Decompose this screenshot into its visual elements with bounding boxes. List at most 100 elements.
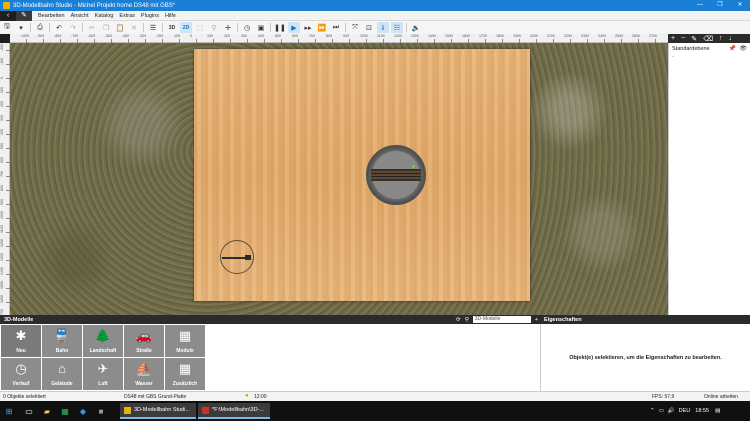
tracks-icon[interactable]: ☷	[391, 22, 403, 33]
volume-icon[interactable]: 🔊	[668, 408, 675, 414]
faster-forward-icon[interactable]: ⏩	[316, 22, 328, 33]
category-label: Module	[176, 348, 194, 354]
ruler-label: 1100	[0, 225, 4, 233]
fast-forward-icon[interactable]: ▸▸	[302, 22, 314, 33]
toolbar: 🖫 ▾ ⎙ ↶ ↷ ✂ ❐ 📋 ✕ ☰ 3D 2D ⬚ ⚲ ✛ ◷ ▣ ❚❚ ▶…	[0, 21, 750, 34]
paste-icon[interactable]: 📋	[114, 22, 126, 33]
category-luft[interactable]: ✈ Luft	[83, 358, 123, 390]
taskbar-clock[interactable]: 18:55	[695, 408, 709, 414]
pause-icon[interactable]: ❚❚	[274, 22, 286, 33]
layer-name: Standardebene	[672, 45, 710, 52]
category-neu[interactable]: ✱ Neu	[1, 325, 41, 357]
chevron-up-icon[interactable]: ⌃	[650, 408, 655, 414]
edit-mode-button[interactable]: ✎	[16, 10, 32, 21]
ruler-label: 2600	[632, 34, 640, 38]
ruler-label: 800	[326, 34, 332, 38]
close-button[interactable]: ✕	[730, 0, 750, 11]
rotation-handle[interactable]	[220, 240, 254, 274]
menu-ansicht[interactable]: Ansicht	[71, 13, 89, 19]
maximize-button[interactable]: ❐	[710, 0, 730, 11]
layout-canvas[interactable]	[10, 43, 668, 315]
notifications-icon[interactable]: ▤	[715, 408, 720, 414]
clear-layer-icon[interactable]: ⌫	[703, 35, 713, 43]
crosshair-icon[interactable]: ✛	[222, 22, 234, 33]
language-indicator[interactable]: DEU	[679, 408, 691, 414]
windows-start-icon[interactable]: ⊞	[4, 406, 14, 416]
app-grey-icon[interactable]: ■	[96, 406, 106, 416]
title-bar: 3D-Modellbahn Studio - Michel Projekt ho…	[0, 0, 750, 11]
play-icon[interactable]: ▶	[288, 22, 300, 33]
task-view-icon[interactable]: ▭	[24, 406, 34, 416]
save-icon[interactable]: 🖫	[1, 22, 13, 33]
minimize-button[interactable]: —	[690, 0, 710, 11]
category-module[interactable]: ▦ Module	[165, 325, 205, 357]
skip-forward-icon[interactable]: ⏭	[330, 22, 342, 33]
ground-plate-icon[interactable]: ⬚	[194, 22, 206, 33]
category-landschaft[interactable]: 🌲 Landschaft	[83, 325, 123, 357]
layer-item[interactable]: Standardebene 📌 👁	[669, 43, 750, 54]
taskbar: ⊞ ▭ ▰ ▦ ◆ ■ 3D-Modellbahn Studi... *F:\M…	[0, 401, 750, 421]
ruler-label: -700	[71, 34, 79, 38]
category-wasser[interactable]: ⛵ Wasser	[124, 358, 164, 390]
plate-status: DS48 mit GBS Grund-Platte	[124, 394, 187, 400]
add-layer-icon[interactable]: +	[671, 35, 675, 42]
category-gebaeude[interactable]: ⌂ Gebäude	[42, 358, 82, 390]
file-explorer-icon[interactable]: ▰	[42, 406, 52, 416]
clock-icon[interactable]: ◷	[241, 22, 253, 33]
redo-icon[interactable]: ↷	[67, 22, 79, 33]
cut-icon[interactable]: ✂	[86, 22, 98, 33]
layout-icon[interactable]: ⊡	[363, 22, 375, 33]
lock-icon[interactable]: ⚲	[208, 22, 220, 33]
properties-panel: Objekt(e) selektieren, um die Eigenschaf…	[540, 324, 750, 391]
delete-icon[interactable]: ✕	[128, 22, 140, 33]
rename-layer-icon[interactable]: ✎	[691, 35, 697, 43]
ruler-label: 1000	[360, 34, 368, 38]
snowflake-icon: ✱	[15, 328, 27, 343]
back-button[interactable]: ‹	[0, 10, 16, 21]
category-bahn[interactable]: 🚆 Bahn	[42, 325, 82, 357]
move-down-icon[interactable]: ↓	[728, 35, 732, 42]
list-icon[interactable]: ☰	[147, 22, 159, 33]
ruler-label: 2700	[649, 34, 657, 38]
menu-extras[interactable]: Extras	[119, 13, 135, 19]
add-model-icon[interactable]: +	[535, 317, 538, 323]
eye-icon[interactable]: 👁	[739, 45, 747, 52]
category-zusaetzlich[interactable]: ▦ Zusätzlich	[165, 358, 205, 390]
category-verlauf[interactable]: ◷ Verlauf	[1, 358, 41, 390]
view-2d-button[interactable]: 2D	[180, 22, 192, 33]
undo-icon[interactable]: ↶	[53, 22, 65, 33]
ruler-label: 1600	[0, 295, 4, 303]
online-status[interactable]: Online arbeiten	[704, 394, 738, 400]
network-icon[interactable]: ▭	[659, 408, 664, 414]
ruler-label: -500	[105, 34, 113, 38]
camera-view-icon[interactable]: ▣	[255, 22, 267, 33]
turntable-model[interactable]	[366, 145, 426, 205]
category-strasse[interactable]: 🚗 Straße	[124, 325, 164, 357]
print-icon[interactable]: ⎙	[34, 22, 46, 33]
app-blue-icon[interactable]: ◆	[78, 406, 88, 416]
menu-hilfe[interactable]: Hilfe	[165, 13, 176, 19]
download-icon[interactable]: ⇓	[377, 22, 389, 33]
model-search-input[interactable]: 3D-Modelle durchsuchen	[472, 316, 531, 329]
task-file-explorer[interactable]: *F:\Modellbahn\3D-...	[198, 403, 270, 419]
remove-layer-icon[interactable]: −	[681, 35, 685, 42]
pin-icon[interactable]: 📌	[729, 45, 736, 52]
menu-bearbeiten[interactable]: Bearbeiten	[38, 13, 65, 19]
ruler-label: 1200	[394, 34, 402, 38]
app-icon	[3, 2, 10, 9]
menu-plugins[interactable]: Plugins	[141, 13, 159, 19]
measure-icon[interactable]: ⤧	[349, 22, 361, 33]
grid-icon: ▦	[178, 361, 192, 376]
move-up-icon[interactable]: ↑	[719, 35, 723, 42]
copy-icon[interactable]: ❐	[100, 22, 112, 33]
view-3d-button[interactable]: 3D	[166, 22, 178, 33]
task-modellbahn-studio[interactable]: 3D-Modellbahn Studi...	[120, 403, 196, 419]
ruler-label: -100	[0, 57, 4, 65]
refresh-icon[interactable]: ⟳	[456, 317, 461, 323]
filter-icon[interactable]: ⚲	[465, 317, 469, 323]
ruler-label: 1500	[445, 34, 453, 38]
calculator-icon[interactable]: ▦	[60, 406, 70, 416]
menu-katalog[interactable]: Katalog	[95, 13, 114, 19]
sound-icon[interactable]: 🔈	[410, 22, 422, 33]
dropdown-icon[interactable]: ▾	[15, 22, 27, 33]
